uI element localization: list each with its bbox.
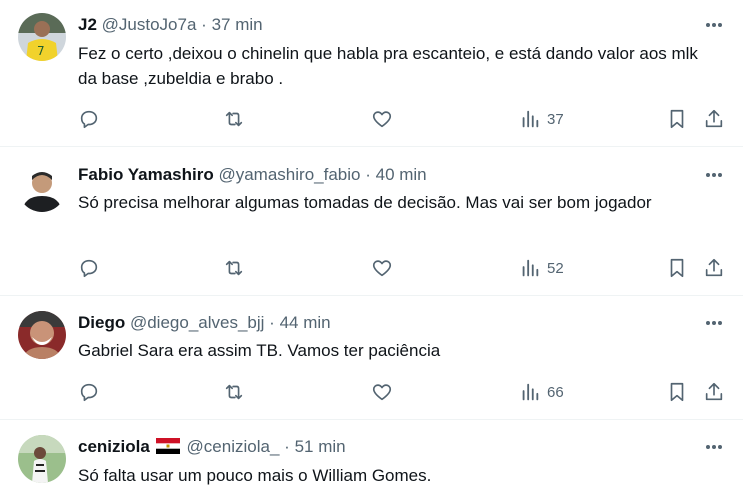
retweet-icon[interactable] [223, 256, 245, 280]
tweet-header: Fabio Yamashiro @yamashiro_fabio · 40 mi… [78, 164, 427, 186]
reply-icon[interactable] [78, 256, 100, 280]
timestamp[interactable]: 40 min [376, 165, 427, 184]
views-button[interactable]: 66 [519, 380, 564, 404]
svg-text:7: 7 [37, 44, 45, 58]
avatar[interactable] [18, 435, 66, 483]
user-handle[interactable]: @ceniziola_ [187, 437, 280, 456]
display-name[interactable]: Diego [78, 313, 125, 332]
heart-icon[interactable] [371, 107, 393, 131]
user-handle[interactable]: @diego_alves_bjj [130, 313, 264, 332]
reply-icon[interactable] [78, 380, 100, 404]
views-chart-icon [522, 259, 539, 277]
heart-icon[interactable] [371, 380, 393, 404]
display-name[interactable]: J2 [78, 15, 97, 34]
tweet-text: Gabriel Sara era assim TB. Vamos ter pac… [78, 341, 441, 360]
tweet[interactable]: ceniziola @ceniziola_ · 51 min Só falta … [0, 420, 743, 496]
tweet-header: J2 @JustoJo7a · 37 min [78, 14, 263, 36]
views-button[interactable]: 37 [519, 107, 564, 131]
bookmark-icon[interactable] [666, 256, 688, 280]
tweet-header: Diego @diego_alves_bjj · 44 min [78, 312, 331, 334]
user-handle[interactable]: @yamashiro_fabio [218, 165, 360, 184]
share-icon[interactable] [703, 256, 725, 280]
more-icon[interactable] [703, 164, 725, 186]
timestamp[interactable]: 37 min [212, 15, 263, 34]
views-button[interactable]: 52 [519, 256, 564, 280]
tweet[interactable]: Fabio Yamashiro @yamashiro_fabio · 40 mi… [0, 147, 743, 296]
tweet-text: Só falta usar um pouco mais o William Go… [78, 466, 432, 485]
heart-icon[interactable] [371, 256, 393, 280]
more-icon[interactable] [703, 312, 725, 334]
reply-feed: 7 J2 @JustoJo7a · 37 min Fez o certo ,de… [0, 0, 743, 496]
share-icon[interactable] [703, 107, 725, 131]
views-count: 66 [547, 383, 564, 401]
retweet-icon[interactable] [223, 380, 245, 404]
timestamp[interactable]: 51 min [295, 437, 346, 456]
egypt-flag-icon [155, 438, 180, 460]
avatar[interactable] [18, 311, 66, 359]
more-icon[interactable] [703, 436, 725, 458]
separator-dot: · [284, 437, 290, 456]
views-count: 52 [547, 259, 564, 277]
user-handle[interactable]: @JustoJo7a [102, 15, 197, 34]
separator-dot: · [365, 165, 371, 184]
more-icon[interactable] [703, 14, 725, 36]
bookmark-icon[interactable] [666, 107, 688, 131]
retweet-icon[interactable] [223, 107, 245, 131]
action-bar: 37 [78, 107, 728, 131]
avatar[interactable]: 7 [18, 13, 66, 61]
views-chart-icon [522, 383, 539, 401]
avatar[interactable] [18, 164, 66, 212]
display-name[interactable]: Fabio Yamashiro [78, 165, 214, 184]
tweet-text: Só precisa melhorar algumas tomadas de d… [78, 193, 652, 212]
separator-dot: · [269, 313, 275, 332]
views-chart-icon [522, 110, 539, 128]
separator-dot: · [201, 15, 207, 34]
display-name[interactable]: ceniziola [78, 437, 150, 456]
reply-icon[interactable] [78, 107, 100, 131]
action-bar: 66 [78, 380, 728, 404]
action-bar: 52 [78, 256, 728, 280]
tweet-text: Fez o certo ,deixou o chinelin que habla… [78, 44, 698, 88]
tweet[interactable]: 7 J2 @JustoJo7a · 37 min Fez o certo ,de… [0, 0, 743, 147]
timestamp[interactable]: 44 min [280, 313, 331, 332]
tweet[interactable]: Diego @diego_alves_bjj · 44 min Gabriel … [0, 296, 743, 420]
views-count: 37 [547, 110, 564, 128]
share-icon[interactable] [703, 380, 725, 404]
tweet-header: ceniziola @ceniziola_ · 51 min [78, 436, 346, 458]
bookmark-icon[interactable] [666, 380, 688, 404]
